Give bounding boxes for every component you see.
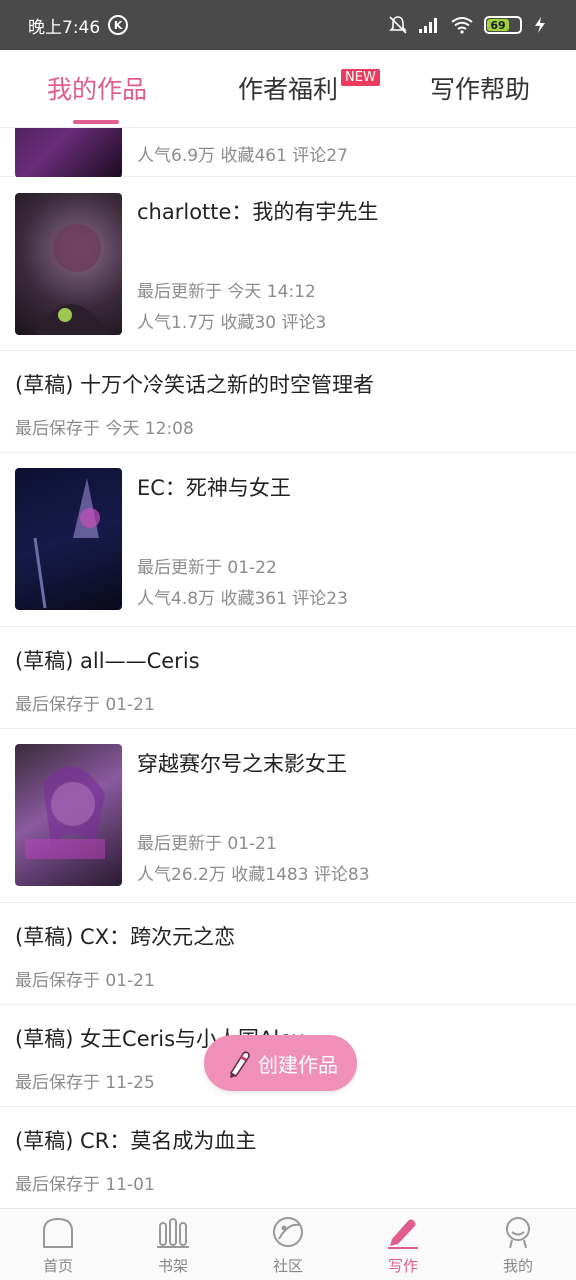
draft-title: (草稿) 十万个冷笑话之新的时空管理者 xyxy=(15,373,375,397)
signal-icon xyxy=(419,18,437,33)
home-icon xyxy=(43,1217,73,1248)
charging-icon xyxy=(535,17,545,33)
draft-saved: 最后保存于 11-01 xyxy=(15,1175,155,1195)
draft-saved: 最后保存于 今天 12:08 xyxy=(15,419,194,439)
tab-my-works[interactable]: 我的作品 xyxy=(47,70,147,106)
create-work-button[interactable]: 创建作品 xyxy=(204,1035,357,1091)
pencil-icon xyxy=(229,1051,250,1078)
battery-icon: 69 xyxy=(484,16,522,34)
planet-icon xyxy=(273,1217,303,1247)
draft-title: (草稿) CX：跨次元之恋 xyxy=(15,925,236,949)
top-tab-bar: 我的作品 作者福利 NEW 写作帮助 xyxy=(0,50,576,128)
work-stats: 人气4.8万 收藏361 评论23 xyxy=(137,589,348,609)
bookshelf-icon xyxy=(157,1218,189,1248)
nav-profile-label: 我的 xyxy=(502,1257,533,1275)
nav-write[interactable]: 写作 xyxy=(363,1215,443,1276)
tab-author-benefits[interactable]: 作者福利 xyxy=(238,70,338,106)
work-stats: 人气1.7万 收藏30 评论3 xyxy=(137,313,327,333)
battery-level: 69 xyxy=(487,19,510,32)
book-cover xyxy=(15,468,122,610)
bottom-navigation: 首页 书架 社区 写作 我的 xyxy=(0,1208,576,1280)
k-icon: K xyxy=(108,15,129,35)
create-work-label: 创建作品 xyxy=(258,1052,338,1077)
tab-writing-help[interactable]: 写作帮助 xyxy=(430,70,530,106)
list-item[interactable]: EC：死神与女王 最后更新于 01-22 人气4.8万 收藏361 评论23 xyxy=(0,453,576,627)
list-item[interactable]: (草稿) all——Ceris 最后保存于 01-21 xyxy=(0,627,576,729)
list-item[interactable]: (草稿) CR：莫名成为血主 最后保存于 11-01 xyxy=(0,1107,576,1208)
work-updated: 最后更新于 01-21 xyxy=(137,834,277,854)
new-badge: NEW xyxy=(341,69,380,86)
draft-title: (草稿) all——Ceris xyxy=(15,649,200,673)
work-title: 穿越赛尔号之末影女王 xyxy=(137,752,347,776)
list-item[interactable]: (草稿) 十万个冷笑话之新的时空管理者 最后保存于 今天 12:08 xyxy=(0,351,576,453)
book-cover xyxy=(15,193,122,335)
status-time: 晚上7:46 xyxy=(28,17,101,38)
status-bar: 晚上7:46 K 69 xyxy=(0,0,576,50)
draft-saved: 最后保存于 01-21 xyxy=(15,695,155,715)
work-title: charlotte：我的有宇先生 xyxy=(137,200,379,224)
draft-saved: 最后保存于 01-21 xyxy=(15,971,155,991)
book-cover xyxy=(15,128,122,178)
book-cover xyxy=(15,744,122,886)
nav-profile[interactable]: 我的 xyxy=(478,1215,558,1276)
list-item[interactable]: (草稿) CX：跨次元之恋 最后保存于 01-21 xyxy=(0,903,576,1005)
list-item[interactable]: charlotte：我的有宇先生 最后更新于 今天 14:12 人气1.7万 收… xyxy=(0,177,576,351)
active-tab-indicator xyxy=(73,120,119,124)
list-item[interactable]: 人气6.9万 收藏461 评论27 xyxy=(0,128,576,178)
nav-write-label: 写作 xyxy=(387,1257,418,1275)
work-updated: 最后更新于 今天 14:12 xyxy=(137,282,316,302)
profile-icon xyxy=(506,1217,530,1249)
nav-home-label: 首页 xyxy=(42,1257,73,1275)
nav-community-label: 社区 xyxy=(272,1257,303,1275)
nav-community[interactable]: 社区 xyxy=(248,1215,328,1276)
draft-title: (草稿) CR：莫名成为血主 xyxy=(15,1129,257,1153)
nav-bookshelf[interactable]: 书架 xyxy=(133,1215,213,1276)
pencil-icon xyxy=(388,1219,418,1249)
nav-bookshelf-label: 书架 xyxy=(157,1257,188,1275)
list-item[interactable]: 穿越赛尔号之末影女王 最后更新于 01-21 人气26.2万 收藏1483 评论… xyxy=(0,729,576,903)
mute-bell-icon xyxy=(389,16,407,34)
work-stats: 人气6.9万 收藏461 评论27 xyxy=(137,146,348,166)
work-title: EC：死神与女王 xyxy=(137,476,291,500)
work-updated: 最后更新于 01-22 xyxy=(137,558,277,578)
draft-saved: 最后保存于 11-25 xyxy=(15,1073,155,1093)
work-stats: 人气26.2万 收藏1483 评论83 xyxy=(137,865,370,885)
nav-home[interactable]: 首页 xyxy=(18,1215,98,1276)
wifi-icon xyxy=(451,17,473,34)
